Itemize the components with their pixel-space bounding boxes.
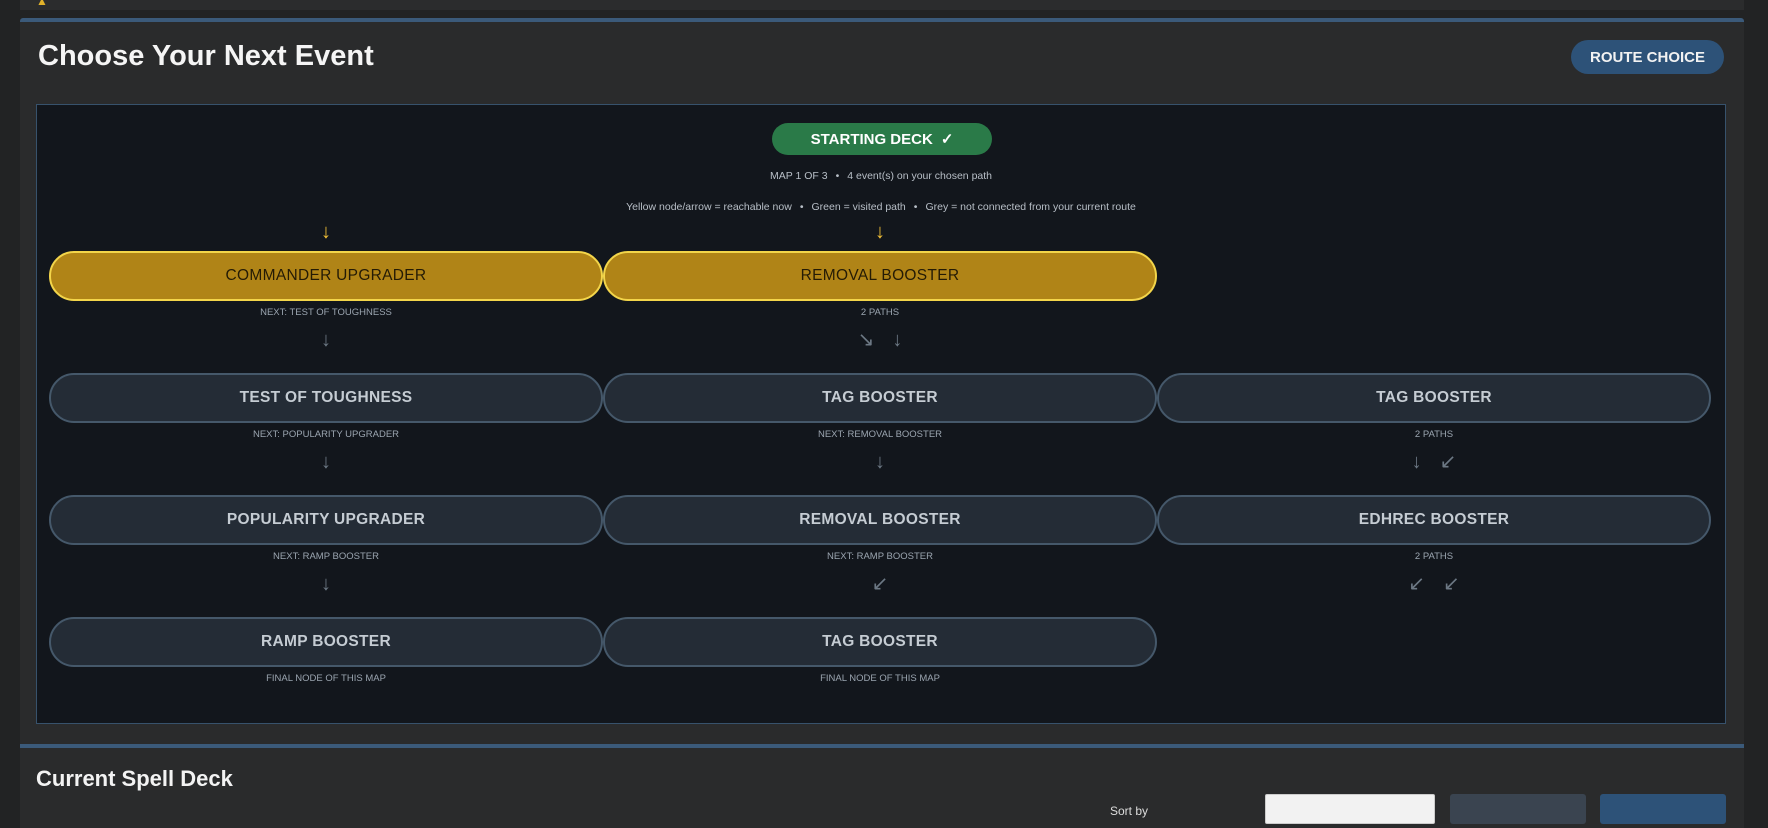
bullet-separator: • xyxy=(799,201,804,213)
node-arrows: ↓ xyxy=(49,330,603,350)
node-next-info: FINAL NODE OF THIS MAP xyxy=(266,673,386,684)
event-count: 4 event(s) on your chosen path xyxy=(847,170,993,182)
entry-arrow-col1: ↓ xyxy=(49,222,603,242)
event-node-tag-booster: TAG BOOSTER xyxy=(1157,373,1711,423)
secondary-button[interactable] xyxy=(1450,794,1586,824)
arrow-down-icon: ↓ xyxy=(321,573,331,595)
event-node-popularity-upgrader: POPULARITY UPGRADER xyxy=(49,495,603,545)
arrow-down-left-icon: ↙ xyxy=(1439,451,1457,473)
event-node-ramp-booster: RAMP BOOSTER xyxy=(49,617,603,667)
node-next-info: 2 PATHS xyxy=(1414,551,1454,562)
entry-arrow-col2: ↓ xyxy=(603,222,1157,242)
event-node-test-of-toughness: TEST OF TOUGHNESS xyxy=(49,373,603,423)
event-node-tag-booster: TAG BOOSTER xyxy=(603,617,1157,667)
event-node-removal-booster: REMOVAL BOOSTER xyxy=(603,495,1157,545)
top-strip: ▲ xyxy=(20,0,1744,10)
bullet-separator: • xyxy=(835,170,840,182)
check-icon: ✓ xyxy=(940,131,954,148)
arrow-down-icon: ↓ xyxy=(892,329,903,351)
spell-deck-panel: Current Spell Deck Sort by xyxy=(20,744,1744,828)
legend-grey: Grey = not connected from your current r… xyxy=(925,201,1136,213)
arrow-down-icon: ↓ xyxy=(1411,451,1422,473)
event-node-commander-upgrader[interactable]: COMMANDER UPGRADER xyxy=(49,251,603,301)
node-arrows: ↘ ↓ xyxy=(603,330,1157,350)
arrow-down-left-icon: ↙ xyxy=(1443,573,1460,595)
sort-label: Sort by xyxy=(1110,804,1149,818)
arrow-down-icon: ↓ xyxy=(321,329,331,351)
legend-green: Green = visited path xyxy=(811,201,906,213)
arrow-down-left-icon: ↙ xyxy=(1408,573,1425,595)
bullet-separator: • xyxy=(913,201,918,213)
node-next-info: 2 PATHS xyxy=(860,307,900,318)
event-map: STARTING DECK ✓ MAP 1 OF 3 • 4 event(s) on… xyxy=(36,104,1726,724)
node-next-info: NEXT: TEST OF TOUGHNESS xyxy=(260,307,392,318)
route-choice-button[interactable]: ROUTE CHOICE xyxy=(1570,40,1724,74)
arrow-down-icon: ↓ xyxy=(875,451,885,473)
event-node-tag-booster: TAG BOOSTER xyxy=(603,373,1157,423)
node-arrows: ↙ ↙ xyxy=(1157,574,1711,594)
primary-button[interactable] xyxy=(1600,794,1726,824)
starting-deck-label: STARTING DECK xyxy=(810,130,933,148)
node-next-info: 2 PATHS xyxy=(1414,429,1454,440)
deck-description xyxy=(36,803,936,813)
node-next-info: NEXT: RAMP BOOSTER xyxy=(273,551,379,562)
map-legend: Yellow node/arrow = reachable now • Green … xyxy=(37,201,1725,213)
node-next-info: NEXT: POPULARITY UPGRADER xyxy=(252,429,400,440)
node-arrows: ↓ xyxy=(49,574,603,594)
chevron-icon: ▲ xyxy=(36,0,48,8)
map-meta: MAP 1 OF 3 • 4 event(s) on your chosen pat… xyxy=(37,170,1725,182)
search-input[interactable] xyxy=(1265,794,1435,824)
arrow-down-right-icon: ↘ xyxy=(857,329,875,351)
arrow-down-icon: ↓ xyxy=(321,221,331,243)
map-counter: MAP 1 OF 3 xyxy=(769,170,828,182)
arrow-down-left-icon: ↙ xyxy=(871,573,889,595)
legend-yellow: Yellow node/arrow = reachable now xyxy=(626,201,792,213)
node-arrows: ↓ xyxy=(49,452,603,472)
event-choice-panel: Choose Your Next Event ROUTE CHOICE STAR… xyxy=(20,18,1744,752)
event-node-removal-booster[interactable]: REMOVAL BOOSTER xyxy=(603,251,1157,301)
node-arrows: ↓ xyxy=(603,452,1157,472)
arrow-down-icon: ↓ xyxy=(321,451,331,473)
node-arrows: ↙ xyxy=(603,574,1157,594)
node-arrows: ↓ ↙ xyxy=(1157,452,1711,472)
arrow-down-icon: ↓ xyxy=(875,221,885,243)
page-title: Choose Your Next Event xyxy=(38,40,374,72)
node-next-info: FINAL NODE OF THIS MAP xyxy=(820,673,940,684)
node-next-info: NEXT: RAMP BOOSTER xyxy=(827,551,933,562)
node-next-info: NEXT: REMOVAL BOOSTER xyxy=(817,429,943,440)
starting-deck-badge: STARTING DECK ✓ xyxy=(772,123,992,155)
section-title: Current Spell Deck xyxy=(36,766,233,791)
event-node-edhrec-booster: EDHREC BOOSTER xyxy=(1157,495,1711,545)
